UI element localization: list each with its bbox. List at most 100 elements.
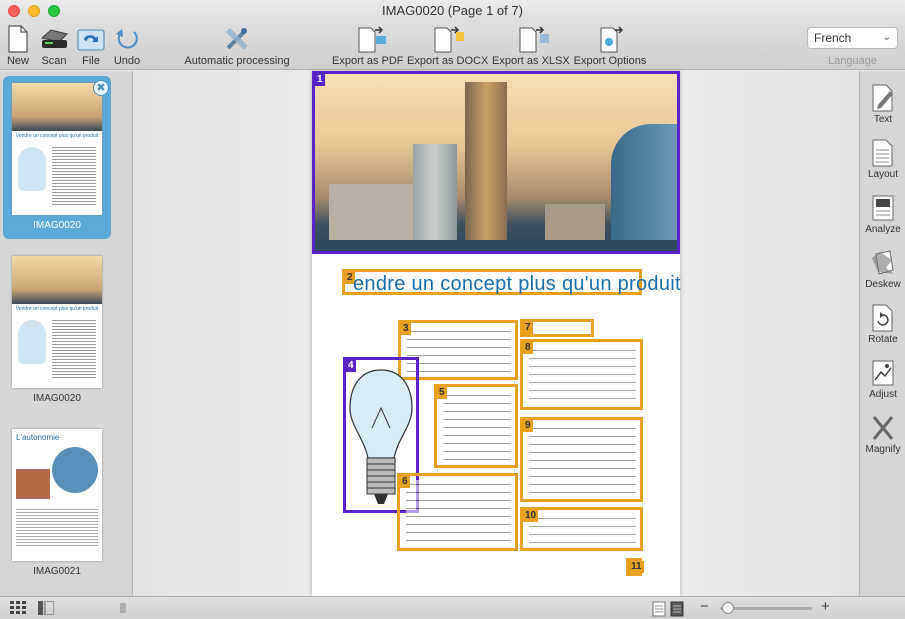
language-selected-value: French [814,31,852,45]
text-zone-9[interactable]: 9 [520,417,643,502]
text-zone-6[interactable]: 6 [397,473,518,551]
thumbnail-label: IMAG0020 [33,393,81,404]
thumbnail-label: IMAG0020 [33,220,81,231]
text-zone-10[interactable]: 10 [520,507,643,551]
toolbar: New Scan File Undo Automatic processing … [0,22,905,70]
text-tool-button[interactable]: Text [860,83,905,125]
thumbnail-headline: L'autonomie [16,433,60,442]
zone-number: 6 [400,476,410,488]
adjust-tool-label: Adjust [869,389,897,400]
thumbnail-image: Vendre un concept plus qu'un produit [12,83,102,215]
image-view-icon[interactable] [670,601,684,617]
minimize-window-button[interactable] [28,5,40,17]
text-view-icon[interactable] [652,601,666,617]
page-headline: endre un concept plus qu'un produit [353,273,681,295]
new-button[interactable]: New [6,24,30,67]
zone-number: 5 [437,387,447,399]
export-options-button[interactable]: Export Options [573,24,647,67]
zoom-window-button[interactable] [48,5,60,17]
deskew-tool-button[interactable]: Deskew [860,248,905,290]
text-zone-11[interactable]: 11 [626,558,644,576]
thumbnail-headline: Vendre un concept plus qu'un produit [15,306,99,312]
zone-number: 4 [346,360,356,372]
adjust-tool-button[interactable]: Adjust [860,358,905,400]
language-select[interactable]: French ⌄ [807,27,898,49]
zone-number: 10 [523,510,539,522]
thumbnail-label: IMAG0021 [33,566,81,577]
layout-tool-button[interactable]: Layout [860,138,905,180]
text-tool-label: Text [873,114,893,125]
grid-view-icon[interactable] [10,601,26,615]
title-bar: IMAG0020 (Page 1 of 7) [0,0,905,22]
tools-panel: Text Layout Analyze Deskew Rotate Adjust… [859,71,905,596]
document-canvas[interactable]: 1 2 endre un concept plus qu'un produit … [134,71,859,596]
export-options-label: Export Options [573,55,647,67]
undo-label: Undo [113,55,141,67]
automatic-processing-label: Automatic processing [184,55,290,67]
text-zone-2[interactable]: 2 endre un concept plus qu'un produit [342,269,681,295]
image-zone-1[interactable]: 1 [312,71,680,254]
rotate-tool-label: Rotate [868,334,898,345]
magnify-tool-label: Magnify [865,444,901,455]
export-pdf-label: Export as PDF [332,55,404,67]
thumbnail-image: L'autonomie [12,429,102,561]
export-docx-button[interactable]: Export as DOCX [407,24,489,67]
export-pdf-button[interactable]: Export as PDF [332,24,404,67]
layout-tool-label: Layout [867,169,899,180]
analyze-tool-button[interactable]: Analyze [860,193,905,235]
chevron-updown-icon: ⌄ [882,32,891,43]
zoom-in-button[interactable]: + [821,598,830,615]
thumbnail-headline: Vendre un concept plus qu'un produit [15,133,99,139]
folder-arrow-icon [77,29,105,51]
window-title: IMAG0020 (Page 1 of 7) [382,3,523,18]
automatic-processing-button[interactable]: Automatic processing [184,24,290,67]
analyze-icon [872,195,894,221]
undo-icon [116,29,138,49]
zone-number: 7 [523,322,533,334]
adjust-icon [872,360,894,386]
close-thumbnail-icon[interactable]: ✖ [93,80,109,96]
language-label: Language [828,55,877,67]
text-pencil-icon [872,84,893,112]
scan-label: Scan [41,55,67,67]
magnify-tool-button[interactable]: Magnify [860,413,905,455]
page-thumbnail-1[interactable]: Vendre un concept plus qu'un produit ✖ I… [3,76,111,239]
zone-number: 3 [401,323,411,335]
close-window-button[interactable] [8,5,20,17]
rotate-tool-button[interactable]: Rotate [860,303,905,345]
new-document-icon [8,25,28,53]
file-label: File [82,55,100,67]
export-pdf-icon [358,26,386,53]
new-label: New [6,55,29,67]
file-button[interactable]: File [76,24,106,67]
status-bar: − + [0,596,905,619]
scanner-icon [40,29,68,48]
scan-button[interactable]: Scan [38,24,70,67]
magic-wand-icon [226,28,248,50]
thumbnail-image: Vendre un concept plus qu'un produit [12,256,102,388]
text-zone-7[interactable]: 7 [520,319,594,337]
layout-icon [872,139,893,167]
zoom-out-button[interactable]: − [700,598,709,615]
zoom-slider-knob[interactable] [722,602,734,614]
undo-button[interactable]: Undo [112,24,142,67]
export-xlsx-label: Export as XLSX [492,55,570,67]
export-docx-label: Export as DOCX [407,55,489,67]
export-options-icon [600,26,624,53]
page-thumbnail-2[interactable]: Vendre un concept plus qu'un produit IMA… [3,256,111,406]
page-thumbnail-sidebar[interactable]: Vendre un concept plus qu'un produit ✖ I… [0,71,133,596]
zone-number: 1 [315,74,325,86]
sidebar-resize-handle-icon[interactable] [120,601,126,615]
zone-number: 11 [629,561,644,573]
export-xlsx-icon [519,26,549,53]
deskew-icon [872,250,894,275]
document-page[interactable]: 1 2 endre un concept plus qu'un produit … [312,71,681,596]
text-zone-5[interactable]: 5 [434,384,518,468]
deskew-tool-label: Deskew [865,279,901,290]
analyze-tool-label: Analyze [865,224,901,235]
export-xlsx-button[interactable]: Export as XLSX [492,24,570,67]
list-view-icon[interactable] [38,601,54,615]
page-thumbnail-3[interactable]: L'autonomie IMAG0021 [3,429,111,584]
text-zone-8[interactable]: 8 [520,339,643,410]
zone-number: 9 [523,420,533,432]
